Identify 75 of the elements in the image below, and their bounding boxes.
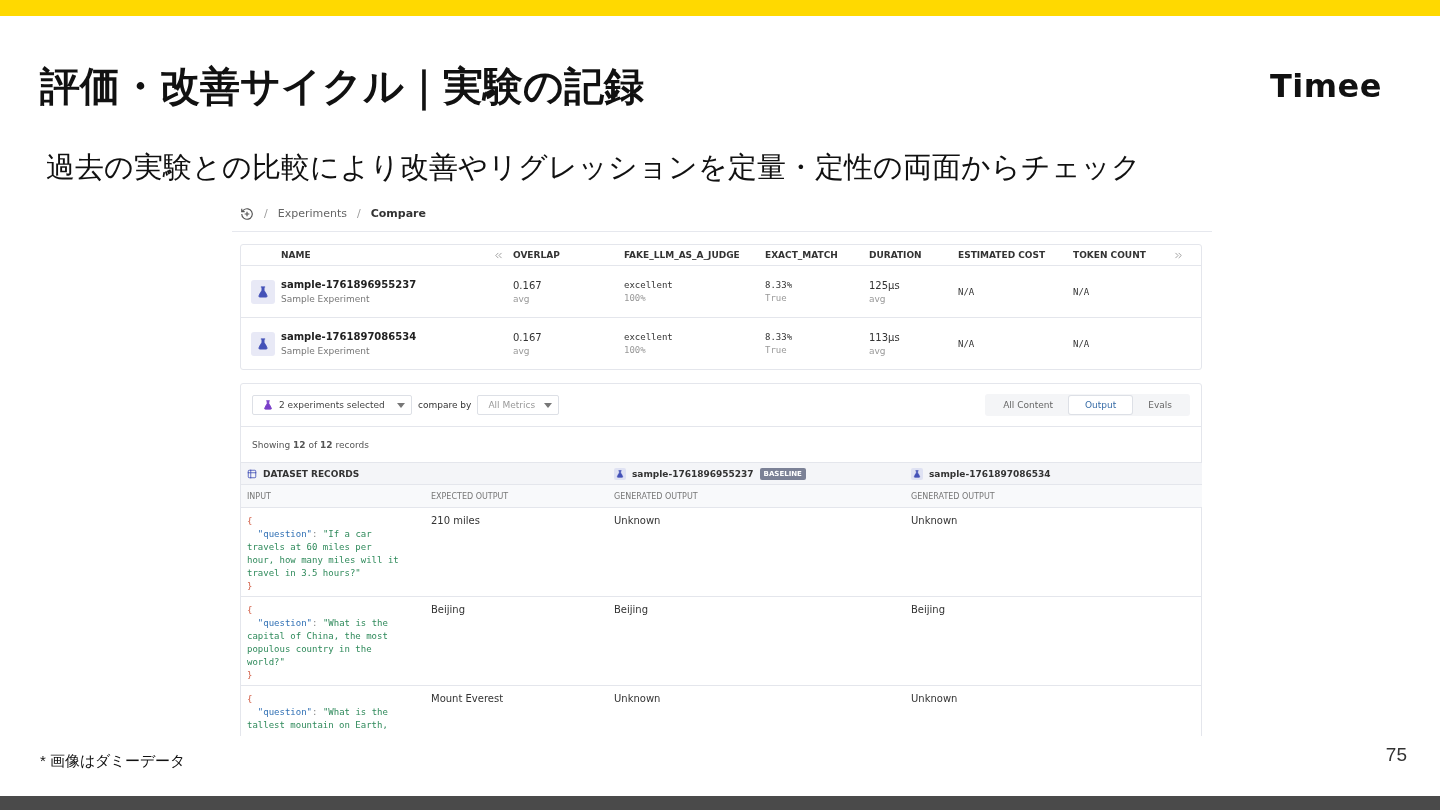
metric-value: 8.33% [765,332,794,342]
input-json: { "question": "If a car travels at 60 miles per hour, how many miles will it travel in 3.5 hours?" } [247,515,399,593]
experiment-header: sample-1761897086534 [929,468,1051,479]
generated-output: Beijing [911,604,946,615]
page-number: 75 [1385,744,1407,767]
metric-subtext: avg [869,293,887,304]
metric-subtext: avg [513,293,531,304]
experiments-select[interactable]: 2 experiments selected [252,395,412,415]
metric-value: 8.33% [765,280,794,290]
generated-output: Unknown [911,693,958,704]
breadcrumb-separator: / [357,207,361,220]
dataset-records-header: DATASET RECORDS [263,468,360,479]
records-count: Showing 12 of 12 records [252,439,369,450]
metric-subtext: avg [513,345,531,356]
generated-output: Unknown [911,515,958,526]
experiment-description: Sample Experiment [281,294,371,304]
metric-subtext: True [765,345,788,355]
column-header: ESTIMATED COST [958,245,1073,266]
logo: Timee [1269,67,1382,105]
compare-label: compare by [418,400,472,410]
footnote: * 画像はダミーデータ [40,752,185,771]
generated-output: Unknown [614,515,661,526]
metric-value: N/A [958,338,976,349]
flask-icon [263,400,273,410]
column-header: OVERLAP [513,245,624,266]
caret-icon [544,402,553,408]
metric-value: N/A [1073,286,1091,297]
metric-value: excellent [624,280,674,290]
metric-value: N/A [1073,338,1091,349]
table-icon [247,468,257,479]
column-header: EXPECTED OUTPUT [431,491,509,501]
metric-value: 0.167 [513,331,543,343]
column-header: TOKEN COUNT [1073,245,1173,266]
slide-title: 評価・改善サイクル｜実験の記録 [40,61,644,113]
breadcrumb-current: Compare [370,207,426,220]
generated-output: Unknown [614,693,661,704]
column-header: NAME [281,245,493,266]
expected-output: Mount Everest [431,693,504,704]
metric-value: 113μs [869,331,901,343]
breadcrumb-separator: / [264,207,268,220]
history-icon[interactable] [240,206,254,221]
column-header: GENERATED OUTPUT [911,491,995,501]
view-tab[interactable]: Evals [1132,396,1188,414]
experiment-header: sample-1761896955237 [632,468,754,479]
slide-subtitle: 過去の実験との比較により改善やリグレッションを定量・定性の両面からチェック [46,149,1142,186]
metric-value: excellent [624,332,674,342]
metric-subtext: avg [869,345,887,356]
column-header: EXACT_MATCH [765,245,869,266]
metric-value: 0.167 [513,279,543,291]
experiment-name[interactable]: sample-1761896955237 [281,279,493,290]
column-header: GENERATED OUTPUT [614,491,698,501]
metric-value: N/A [958,286,976,297]
generated-output: Beijing [614,604,649,615]
metrics-select[interactable]: All Metrics [477,395,560,415]
metric-subtext: 100% [624,293,647,303]
flask-icon [911,467,923,480]
input-json: { "question": "What is the tallest mountain on Earth, [247,693,389,732]
metric-subtext: True [765,293,788,303]
column-header: DURATION [869,245,958,266]
column-header: INPUT [247,491,271,501]
column-header: FAKE_LLM_AS_A_JUDGE [624,245,765,266]
expected-output: Beijing [431,604,466,615]
metric-value: 125μs [869,279,901,291]
input-json: { "question": "What is the capital of China, the most populous country in the world?" } [247,604,389,682]
view-tab[interactable]: All Content [987,396,1069,414]
experiment-description: Sample Experiment [281,346,371,356]
expected-output: 210 miles [431,515,480,526]
metric-subtext: 100% [624,345,647,355]
flask-icon [251,331,275,356]
flask-icon [251,279,275,304]
breadcrumb-link[interactable]: Experiments [277,207,347,220]
view-tab[interactable]: Output [1069,396,1133,414]
caret-icon [397,402,405,408]
experiment-name[interactable]: sample-1761897086534 [281,331,493,342]
flask-icon [614,467,626,480]
